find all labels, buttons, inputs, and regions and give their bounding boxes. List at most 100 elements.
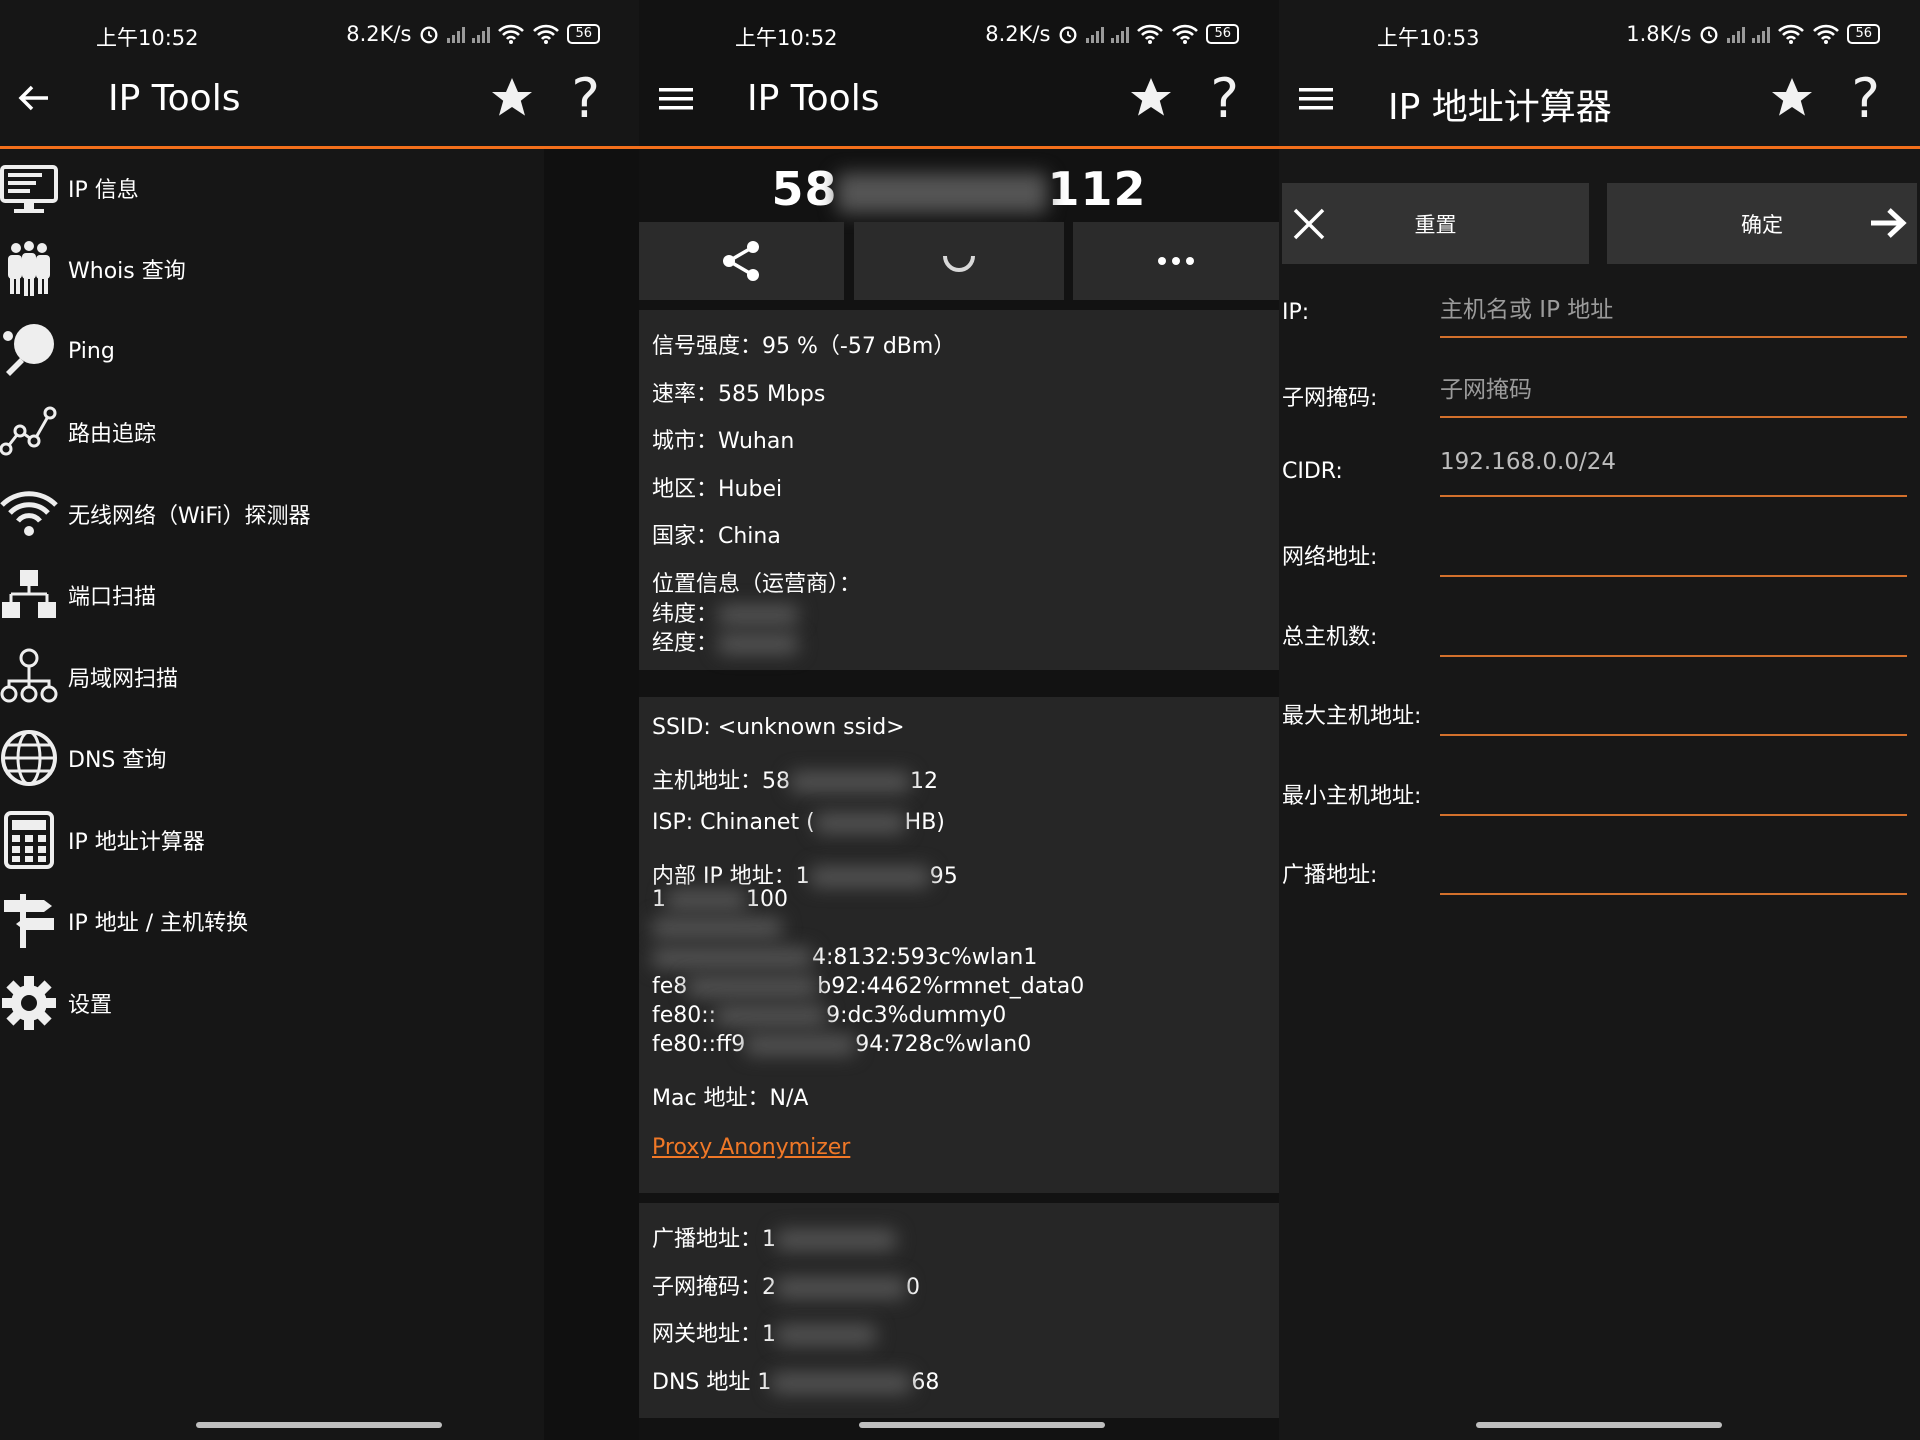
broadcast-field[interactable] (1440, 847, 1907, 895)
subnet-mask-input[interactable]: 子网掩码 (1440, 370, 1907, 418)
isp: ISP: Chinanet (HB) (652, 810, 945, 835)
more-button[interactable] (1073, 222, 1279, 300)
ipv6-rmnet-prefix: fe8 (652, 974, 688, 999)
loading-spinner-icon (943, 255, 975, 272)
app-title: IP 地址计算器 (1388, 87, 1612, 128)
menu-item-port-scan[interactable]: 端口扫描 (0, 555, 540, 635)
subnet-mask-label: 子网掩码：2 (652, 1275, 776, 1300)
menu-item-ip-calculator[interactable]: IP 地址计算器 (0, 800, 540, 880)
redacted-block (652, 918, 782, 938)
menu-item-ip-info[interactable]: IP 信息 (0, 148, 540, 228)
menu-item-wifi-detector[interactable]: 无线网络（WiFi）探测器 (0, 474, 540, 554)
help-icon[interactable]: ? (571, 72, 600, 126)
refresh-button[interactable] (854, 222, 1064, 300)
longitude-label: 经度： (652, 631, 719, 656)
max-host-field[interactable] (1440, 688, 1907, 736)
app-bar: IP Tools ? (639, 70, 1279, 146)
hamburger-menu-icon[interactable] (1299, 84, 1333, 114)
menu-item-ping[interactable]: Ping (0, 311, 540, 391)
proxy-anonymizer-link[interactable]: Proxy Anonymizer (652, 1135, 850, 1160)
gateway-address-label: 网关地址：1 (652, 1322, 776, 1347)
menu-item-traceroute[interactable]: 路由追踪 (0, 392, 540, 472)
isp-label: ISP: Chinanet ( (652, 810, 815, 835)
status-icons: 8.2K/s 56 (985, 22, 1239, 46)
gateway-address: 网关地址：1 (652, 1316, 876, 1348)
redacted-block (776, 1325, 876, 1345)
help-icon[interactable]: ? (1210, 72, 1239, 126)
hamburger-menu-icon[interactable] (659, 84, 693, 114)
menu-item-label: Whois 查询 (68, 259, 186, 284)
menu-item-whois[interactable]: Whois 查询 (0, 229, 540, 309)
wifi-status-icon-2 (1172, 24, 1199, 44)
wifi-info-card: 信号强度：95 %（-57 dBm） 速率：585 Mbps 城市：Wuhan … (639, 310, 1279, 670)
network-address-field[interactable] (1440, 529, 1907, 577)
people-icon (8, 241, 50, 296)
menu-item-label: Ping (68, 338, 115, 364)
back-arrow-icon[interactable] (14, 78, 54, 118)
status-icons: 1.8K/s 56 (1626, 22, 1880, 46)
redacted-block (687, 977, 818, 997)
total-hosts-label: 总主机数: (1282, 625, 1378, 650)
menu-item-lan-scan[interactable]: 局域网扫描 (0, 637, 540, 717)
share-button[interactable] (639, 222, 844, 300)
ipv6-dummy-prefix: fe80:: (652, 1003, 717, 1028)
country: 国家：China (652, 524, 781, 549)
internal-ip-3 (652, 915, 782, 940)
home-indicator[interactable] (1476, 1422, 1722, 1428)
wifi-status-icon-2 (533, 24, 560, 44)
internal-ip-2: 1 100 (652, 887, 788, 912)
home-indicator[interactable] (196, 1422, 442, 1428)
status-time: 上午10:52 (735, 26, 838, 50)
content-scrim (544, 149, 640, 1440)
ipv6-dummy-tail: 9:dc3%dummy0 (826, 1003, 1007, 1028)
broadcast-address-label: 广播地址：1 (652, 1227, 776, 1252)
close-icon (1293, 208, 1325, 240)
accent-divider (1279, 146, 1920, 149)
internal-ip-tail: 95 (929, 864, 958, 889)
redacted-block (790, 772, 910, 792)
alarm-icon (420, 26, 438, 44)
menu-item-ip-host-convert[interactable]: IP 地址 / 主机转换 (0, 881, 540, 961)
ipv6-wlan0: fe80::ff9 94:728c%wlan0 (652, 1032, 1031, 1057)
accent-divider (639, 146, 1279, 149)
reset-button[interactable]: 重置 (1282, 183, 1589, 264)
home-indicator[interactable] (859, 1422, 1105, 1428)
host-address-tail: 12 (910, 769, 938, 794)
subnet-mask-placeholder: 子网掩码 (1440, 377, 1532, 403)
redacted-block (771, 1373, 912, 1393)
redacted-block (745, 1035, 856, 1055)
dhcp-info-card: 广播地址：1 子网掩码：2 0 网关地址：1 DNS 地址 1 68 (639, 1203, 1279, 1418)
ipv6-wlan0-prefix: fe80::ff9 (652, 1032, 746, 1057)
min-host-field[interactable] (1440, 768, 1907, 816)
internal-ip-2-tail: 100 (746, 887, 788, 912)
ipv6-wlan1-tail: 4:8132:593c%wlan1 (812, 945, 1038, 970)
confirm-button[interactable]: 确定 (1607, 183, 1917, 264)
ip-input[interactable]: 主机名或 IP 地址 (1440, 290, 1907, 338)
menu-item-label: 端口扫描 (68, 585, 157, 610)
net-speed: 8.2K/s (346, 22, 412, 46)
star-icon[interactable] (488, 74, 536, 122)
panel-ip-calculator: 上午10:53 1.8K/s 56 IP 地址计算器 ? 重置 确定 IP: 主… (1279, 0, 1920, 1440)
cidr-label: CIDR: (1282, 459, 1343, 484)
host-address: 主机地址：58 12 (652, 763, 938, 795)
link-rate: 速率：585 Mbps (652, 382, 826, 407)
app-bar: IP Tools ? (0, 70, 640, 146)
star-icon[interactable] (1768, 74, 1816, 122)
host-address-label: 主机地址：58 (652, 769, 790, 794)
menu-item-dns-lookup[interactable]: DNS 查询 (0, 718, 540, 798)
menu-item-settings[interactable]: 设置 (0, 963, 540, 1043)
redacted-block (776, 1278, 906, 1298)
redacted-block (718, 634, 799, 654)
star-icon[interactable] (1127, 74, 1175, 122)
help-icon[interactable]: ? (1851, 72, 1880, 126)
status-bar: 上午10:53 1.8K/s 56 (1279, 0, 1920, 70)
cidr-input[interactable]: 192.168.0.0/24 (1440, 449, 1907, 497)
status-icons: 8.2K/s 56 (346, 22, 600, 46)
battery-icon: 56 (1206, 24, 1239, 44)
ipv6-rmnet: fe8 b92:4462%rmnet_data0 (652, 974, 1084, 999)
wifi-status-icon (1778, 24, 1805, 44)
total-hosts-field[interactable] (1440, 609, 1907, 657)
net-speed: 8.2K/s (985, 22, 1051, 46)
max-host-label: 最大主机地址: (1282, 704, 1422, 729)
subnet-mask: 子网掩码：2 0 (652, 1269, 920, 1301)
